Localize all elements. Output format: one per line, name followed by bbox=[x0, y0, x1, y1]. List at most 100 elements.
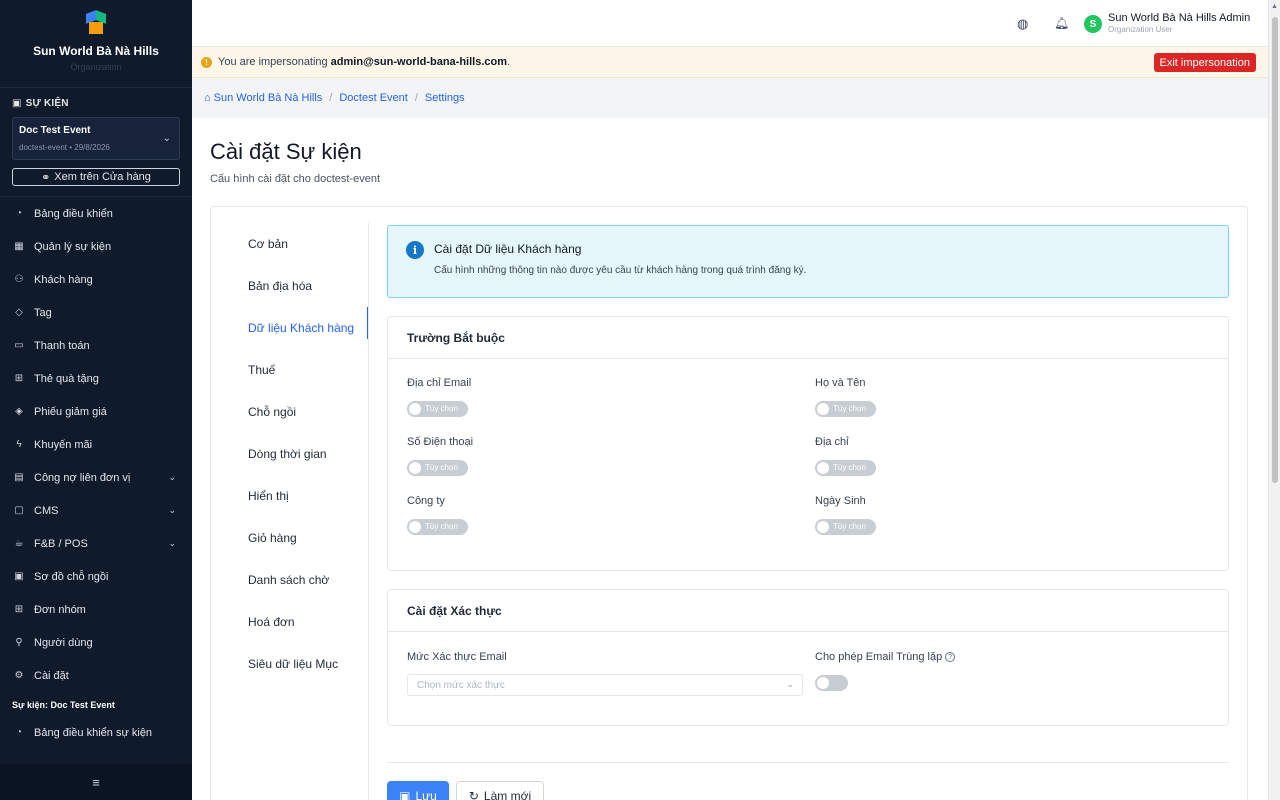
sidebar-item-cms[interactable]: ▢ CMS ⌄ bbox=[0, 494, 192, 527]
breadcrumb-settings[interactable]: Settings bbox=[425, 92, 465, 104]
sidebar-item-settings[interactable]: ⚙ Cài đặt bbox=[0, 659, 192, 692]
menu-collapse-icon: ≡ bbox=[92, 774, 100, 790]
field-birthday: Ngày Sinh Tùy chọn bbox=[815, 495, 1223, 554]
field-company: Công ty Tùy chọn bbox=[407, 495, 815, 554]
sidebar: Sun World Bà Nà Hills Organization ▣ SỰ … bbox=[0, 0, 192, 800]
tab-tax[interactable]: Thuế bbox=[211, 349, 369, 391]
sidebar-item-seat-map[interactable]: ▣ Sơ đồ chỗ ngồi bbox=[0, 560, 192, 593]
save-icon: ▣ bbox=[399, 789, 411, 800]
field-allow-duplicate-email: Cho phép Email Trùng lặp? bbox=[815, 651, 1223, 725]
payment-icon: ▭ bbox=[14, 340, 24, 351]
bell-icon[interactable]: 🔔︎ bbox=[1054, 16, 1069, 30]
impersonation-email: admin@sun-world-bana-hills.com bbox=[330, 56, 508, 68]
dashboard-icon: ◔ bbox=[15, 208, 23, 219]
tab-waitlist[interactable]: Danh sách chờ bbox=[211, 559, 369, 601]
tab-invoice[interactable]: Hoá đơn bbox=[211, 601, 369, 643]
chevron-down-icon: ⌄ bbox=[786, 679, 794, 689]
tab-cart[interactable]: Giỏ hàng bbox=[211, 517, 369, 559]
email-required-toggle[interactable]: Tùy chọn bbox=[407, 401, 468, 417]
view-store-button[interactable]: ⚭ Xem trên Cửa hàng bbox=[12, 168, 180, 186]
breadcrumb: ⌂ Sun World Bà Nà Hills / Doctest Event … bbox=[192, 78, 1268, 118]
sidebar-collapse-button[interactable]: ≡ bbox=[0, 764, 192, 800]
email-verification-select[interactable]: Chọn mức xác thực ⌄ bbox=[407, 674, 803, 696]
calendar-icon: ▦ bbox=[14, 241, 24, 252]
gear-icon: ⚙ bbox=[14, 670, 24, 681]
event-meta: doctest-event • 29/8/2026 bbox=[19, 143, 110, 152]
user-name: Sun World Bà Nà Hills Admin bbox=[1108, 12, 1251, 24]
group-order-icon: ⊞ bbox=[14, 604, 24, 615]
field-address: Địa chỉ Tùy chọn bbox=[815, 436, 1223, 495]
breadcrumb-org[interactable]: Sun World Bà Nà Hills bbox=[214, 92, 323, 104]
debt-icon: ▤ bbox=[14, 472, 24, 483]
impersonation-prefix: You are impersonating bbox=[218, 56, 328, 68]
sidebar-item-debts[interactable]: ▤ Công nợ liên đơn vị ⌄ bbox=[0, 461, 192, 494]
save-button[interactable]: ▣ Lưu bbox=[387, 781, 449, 800]
globe-icon[interactable]: ◍ bbox=[1017, 16, 1028, 32]
address-required-toggle[interactable]: Tùy chọn bbox=[815, 460, 876, 476]
tab-customer-data[interactable]: Dữ liệu Khách hàng bbox=[211, 307, 369, 349]
warning-icon: ! bbox=[201, 56, 212, 68]
phone-required-toggle[interactable]: Tùy chọn bbox=[407, 460, 468, 476]
duplicate-email-toggle[interactable] bbox=[815, 675, 848, 691]
full-name-required-toggle[interactable]: Tùy chọn bbox=[815, 401, 876, 417]
tab-timeline[interactable]: Dòng thời gian bbox=[211, 433, 369, 475]
info-icon: i bbox=[406, 241, 424, 259]
required-fields-panel: Trường Bắt buộc Địa chỉ Email Tùy chọn H… bbox=[387, 316, 1229, 571]
sidebar-item-event-dashboard[interactable]: ◔ Bảng điều khiển sự kiện bbox=[0, 716, 192, 749]
field-email: Địa chỉ Email Tùy chọn bbox=[407, 377, 815, 436]
event-section-title: ▣ SỰ KIỆN bbox=[12, 98, 69, 109]
chevron-down-icon: ⌄ bbox=[168, 505, 176, 515]
sidebar-brand: Sun World Bà Nà Hills Organization bbox=[0, 0, 192, 88]
help-icon[interactable]: ? bbox=[945, 652, 956, 663]
settings-tabs: Cơ bản Bản địa hóa Dữ liệu Khách hàng Th… bbox=[211, 223, 369, 685]
page-title: Cài đặt Sự kiện bbox=[210, 139, 362, 164]
promotion-icon: ϟ bbox=[16, 439, 22, 450]
exit-impersonation-button[interactable]: Exit impersonation bbox=[1153, 53, 1256, 72]
tab-seating[interactable]: Chỗ ngồi bbox=[211, 391, 369, 433]
sidebar-item-fnb[interactable]: ☕ F&B / POS ⌄ bbox=[0, 527, 192, 560]
seat-map-icon: ▣ bbox=[14, 571, 24, 582]
sidebar-item-customers[interactable]: ⚇ Khách hàng bbox=[0, 263, 192, 296]
tab-item-metadata[interactable]: Siêu dữ liệu Mục bbox=[211, 643, 369, 685]
event-selector[interactable]: Doc Test Event doctest-event • 29/8/2026… bbox=[12, 117, 180, 160]
sidebar-event-group-title: Sự kiện: Doc Test Event bbox=[12, 700, 115, 710]
field-phone: Số Điện thoại Tùy chọn bbox=[407, 436, 815, 495]
sidebar-item-group-orders[interactable]: ⊞ Đơn nhóm bbox=[0, 593, 192, 626]
sidebar-item-gift-cards[interactable]: ⊞ Thẻ quà tặng bbox=[0, 362, 192, 395]
sidebar-item-promotions[interactable]: ϟ Khuyến mãi bbox=[0, 428, 192, 461]
sidebar-item-tag[interactable]: ◇ Tag bbox=[0, 296, 192, 329]
breadcrumb-event[interactable]: Doctest Event bbox=[339, 92, 407, 104]
calendar-icon: ▣ bbox=[12, 98, 22, 109]
sidebar-menu: ◔ Bảng điều khiển ▦ Quản lý sự kiện ⚇ Khách… bbox=[0, 197, 192, 692]
scroll-up-icon[interactable]: ▲ bbox=[1271, 3, 1278, 10]
sidebar-item-dashboard[interactable]: ◔ Bảng điều khiển bbox=[0, 197, 192, 230]
brand-sub: Organization bbox=[70, 62, 122, 72]
sidebar-item-coupons[interactable]: ◈ Phiếu giảm giá bbox=[0, 395, 192, 428]
avatar[interactable]: S bbox=[1084, 15, 1102, 33]
page-scrollbar[interactable]: ▲ bbox=[1268, 0, 1280, 800]
birthday-required-toggle[interactable]: Tùy chọn bbox=[815, 519, 876, 535]
sidebar-item-users[interactable]: ⚲ Người dùng bbox=[0, 626, 192, 659]
scroll-thumb[interactable] bbox=[1272, 17, 1278, 483]
info-description: Cấu hình những thông tin nào được yêu cầ… bbox=[434, 265, 807, 276]
page-subtitle: Cấu hình cài đặt cho doctest-event bbox=[210, 173, 380, 185]
tab-localization[interactable]: Bản địa hóa bbox=[211, 265, 369, 307]
tab-basic[interactable]: Cơ bản bbox=[211, 223, 369, 265]
home-icon[interactable]: ⌂ bbox=[204, 92, 211, 104]
brand-name: Sun World Bà Nà Hills bbox=[33, 44, 159, 58]
company-required-toggle[interactable]: Tùy chọn bbox=[407, 519, 468, 535]
brand-logo-icon bbox=[83, 10, 109, 36]
sidebar-item-payment[interactable]: ▭ Thanh toán bbox=[0, 329, 192, 362]
coffee-icon: ☕ bbox=[14, 538, 24, 549]
reset-button[interactable]: ↻ Làm mới bbox=[456, 781, 544, 800]
link-icon: ⚭ bbox=[41, 171, 51, 184]
gift-icon: ⊞ bbox=[14, 373, 24, 384]
cms-icon: ▢ bbox=[14, 505, 24, 516]
top-bar: ◍ 🔔︎ S Sun World Bà Nà Hills Admin Organ… bbox=[192, 0, 1268, 47]
sidebar-item-events[interactable]: ▦ Quản lý sự kiện bbox=[0, 230, 192, 263]
tab-display[interactable]: Hiển thị bbox=[211, 475, 369, 517]
tag-icon: ◇ bbox=[15, 307, 23, 318]
chevron-down-icon: ⌄ bbox=[168, 538, 176, 548]
user-menu[interactable]: Sun World Bà Nà Hills Admin Organization… bbox=[1108, 12, 1250, 34]
chevron-down-icon: ⌄ bbox=[162, 133, 171, 144]
